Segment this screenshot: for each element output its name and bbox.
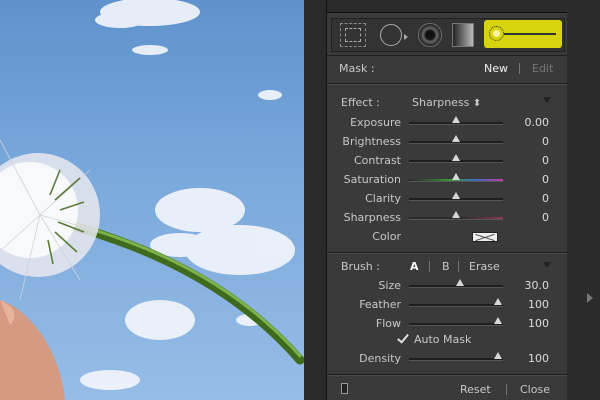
- brush-tab-a[interactable]: A: [410, 260, 419, 273]
- exposure-label: Exposure: [350, 116, 401, 129]
- color-label: Color: [372, 230, 401, 243]
- brush-tab-divider: [458, 261, 459, 272]
- sharpness-slider-thumb[interactable]: [452, 211, 460, 218]
- panel-top-bar: [327, 0, 567, 13]
- tool-strip: [331, 18, 565, 52]
- photo-canvas[interactable]: [0, 0, 304, 400]
- crop-overlay-icon[interactable]: [340, 23, 366, 47]
- contrast-label: Contrast: [353, 154, 401, 167]
- footer-divider: [506, 384, 507, 395]
- brightness-slider-thumb[interactable]: [452, 135, 460, 142]
- size-label: Size: [378, 279, 401, 292]
- clarity-label: Clarity: [365, 192, 401, 205]
- expand-panel-arrow-icon[interactable]: [587, 293, 593, 303]
- brush-tab-divider: [429, 261, 430, 272]
- contrast-value[interactable]: 0: [509, 154, 549, 167]
- feather-slider-thumb[interactable]: [494, 298, 502, 305]
- graduated-filter-icon[interactable]: [452, 23, 474, 47]
- mask-label: Mask :: [339, 62, 375, 75]
- effect-label: Effect :: [341, 96, 380, 109]
- flow-value[interactable]: 100: [509, 317, 549, 330]
- auto-mask-checkbox[interactable]: [397, 333, 407, 343]
- collapse-triangle-icon[interactable]: [543, 97, 551, 103]
- panel-gutter: [304, 0, 326, 400]
- right-panel-strip: [567, 0, 600, 400]
- saturation-value[interactable]: 0: [509, 173, 549, 186]
- spot-removal-icon[interactable]: [380, 24, 402, 46]
- close-button[interactable]: Close: [520, 383, 550, 396]
- adjustment-brush-panel: Mask : New Edit Effect : Sharpness ⬍ Exp…: [326, 0, 568, 400]
- sharpness-label: Sharpness: [343, 211, 401, 224]
- mask-divider: [519, 63, 520, 74]
- brush-handle-icon: [504, 33, 556, 35]
- brightness-label: Brightness: [342, 135, 401, 148]
- reset-button[interactable]: Reset: [460, 383, 491, 396]
- flow-slider-thumb[interactable]: [494, 317, 502, 324]
- sharpness-value[interactable]: 0: [509, 211, 549, 224]
- photo-image: [0, 0, 304, 400]
- saturation-label: Saturation: [343, 173, 401, 186]
- divider: [327, 55, 567, 56]
- red-eye-icon[interactable]: [418, 23, 442, 47]
- effect-select[interactable]: Sharpness ⬍: [412, 96, 481, 109]
- brush-dot-icon: [493, 30, 500, 37]
- mask-new-button[interactable]: New: [484, 62, 508, 75]
- brightness-value[interactable]: 0: [509, 135, 549, 148]
- brush-tab-erase[interactable]: Erase: [469, 260, 500, 273]
- select-arrows-icon: ⬍: [472, 98, 482, 109]
- color-swatch[interactable]: [472, 232, 498, 242]
- divider: [327, 375, 567, 376]
- density-slider-thumb[interactable]: [494, 352, 502, 359]
- clarity-slider-thumb[interactable]: [452, 192, 460, 199]
- density-label: Density: [359, 352, 401, 365]
- spot-removal-arrow-icon: [404, 34, 408, 40]
- brush-label: Brush :: [341, 260, 380, 273]
- panel-toggle-switch[interactable]: [341, 383, 348, 394]
- feather-value[interactable]: 100: [509, 298, 549, 311]
- flow-slider[interactable]: [409, 323, 503, 326]
- density-value[interactable]: 100: [509, 352, 549, 365]
- collapse-triangle-icon[interactable]: [543, 262, 551, 268]
- flow-label: Flow: [375, 317, 401, 330]
- density-slider[interactable]: [409, 358, 503, 361]
- size-slider-thumb[interactable]: [456, 279, 464, 286]
- mask-edit-button[interactable]: Edit: [532, 62, 553, 75]
- exposure-value[interactable]: 0.00: [509, 116, 550, 129]
- divider: [327, 84, 567, 85]
- auto-mask-label[interactable]: Auto Mask: [414, 333, 471, 346]
- divider: [327, 253, 567, 254]
- brush-tab-b[interactable]: B: [442, 260, 450, 273]
- clarity-value[interactable]: 0: [509, 192, 549, 205]
- adjustment-brush-icon[interactable]: [484, 20, 562, 48]
- exposure-slider-thumb[interactable]: [452, 116, 460, 123]
- size-value[interactable]: 30.0: [509, 279, 550, 292]
- contrast-slider-thumb[interactable]: [452, 154, 460, 161]
- effect-select-value: Sharpness: [412, 96, 470, 109]
- saturation-slider-thumb[interactable]: [452, 173, 460, 180]
- feather-slider[interactable]: [409, 304, 503, 307]
- feather-label: Feather: [359, 298, 401, 311]
